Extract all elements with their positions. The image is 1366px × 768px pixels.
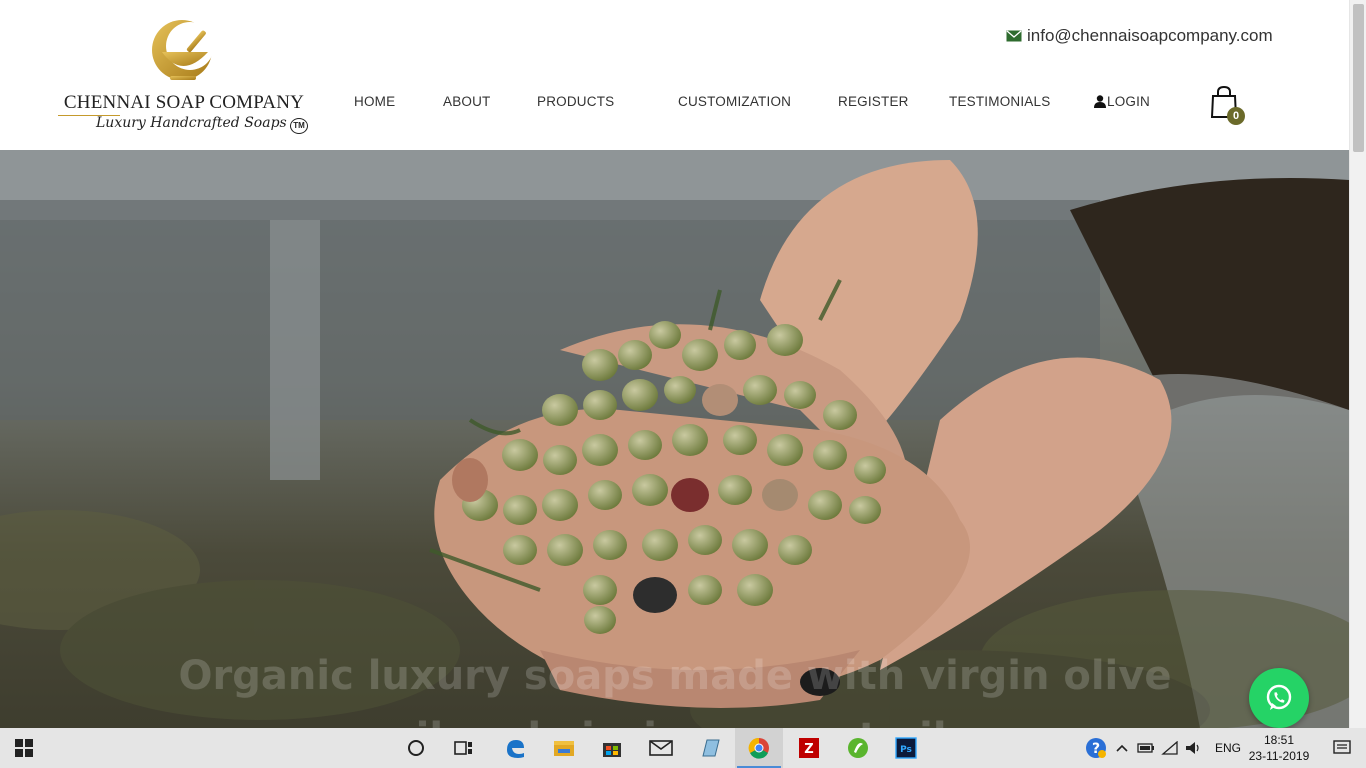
taskbar-chrome[interactable] (735, 728, 783, 768)
company-logo[interactable]: CHENNAI SOAP COMPANY Luxury Handcrafted … (58, 14, 310, 138)
cart-count-badge: 0 (1227, 107, 1245, 125)
scrollbar-thumb[interactable] (1353, 4, 1364, 152)
taskbar-mail[interactable] (637, 728, 685, 768)
clock-date: 23-11-2019 (1248, 749, 1310, 763)
nav-register[interactable]: REGISTER (838, 94, 909, 109)
wifi-icon[interactable] (1161, 741, 1179, 755)
clock-time: 18:51 (1263, 733, 1295, 747)
shopping-cart-button[interactable]: 0 (1210, 86, 1246, 126)
logo-tagline: Luxury Handcrafted Soaps (96, 115, 287, 131)
contact-email[interactable]: info@chennaisoapcompany.com (1006, 26, 1273, 46)
windows-logo-icon (15, 739, 33, 757)
web-page: CHENNAI SOAP COMPANY Luxury Handcrafted … (0, 0, 1349, 728)
taskbar-store[interactable] (588, 728, 636, 768)
battery-icon[interactable] (1137, 742, 1155, 754)
whatsapp-icon (1266, 684, 1292, 710)
envelope-icon (1006, 30, 1022, 42)
notification-icon (1333, 740, 1351, 754)
site-header: CHENNAI SOAP COMPANY Luxury Handcrafted … (0, 0, 1349, 150)
task-view-icon (454, 741, 472, 755)
nav-customization[interactable]: CUSTOMIZATION (678, 94, 791, 109)
nav-home[interactable]: HOME (354, 94, 395, 109)
nav-login[interactable]: LOGIN (1094, 94, 1150, 109)
windows-taskbar: Z Ps ? ENG 18:51 23-11-2019 (0, 728, 1366, 768)
olives-in-hands-image (0, 150, 1349, 728)
language-indicator[interactable]: ENG (1215, 741, 1241, 755)
action-center-button[interactable] (1318, 728, 1366, 768)
hero-caption-line-1: Organic luxury soaps made with virgin ol… (178, 653, 1172, 699)
taskbar-edge[interactable] (491, 728, 539, 768)
taskbar-filezilla[interactable]: Z (785, 728, 833, 768)
chevron-up-icon[interactable] (1115, 743, 1129, 753)
start-button[interactable] (0, 728, 48, 768)
main-navigation: HOME ABOUT PRODUCTS CUSTOMIZATION REGIST… (0, 94, 1200, 114)
taskbar-dreamweaver[interactable] (834, 728, 882, 768)
task-view-button[interactable] (440, 728, 488, 768)
mortar-pestle-logo-icon (152, 20, 214, 80)
volume-icon[interactable] (1185, 741, 1203, 755)
email-text[interactable]: info@chennaisoapcompany.com (1027, 26, 1273, 46)
nav-products[interactable]: PRODUCTS (537, 94, 614, 109)
dreamweaver-icon (848, 738, 868, 758)
taskbar-file-explorer[interactable] (540, 728, 588, 768)
photoshop-icon: Ps (895, 737, 917, 759)
svg-text:Z: Z (804, 742, 813, 757)
taskbar-photoshop[interactable]: Ps (882, 728, 930, 768)
whatsapp-chat-button[interactable] (1249, 668, 1309, 728)
system-clock[interactable]: 18:51 23-11-2019 (1242, 732, 1316, 764)
search-icon (408, 740, 424, 756)
store-icon (603, 743, 621, 757)
edge-icon (507, 740, 524, 758)
hero-caption: Organic luxury soaps made with virgin ol… (150, 645, 1200, 728)
hero-banner: Organic luxury soaps made with virgin ol… (0, 150, 1349, 728)
nav-about[interactable]: ABOUT (443, 94, 491, 109)
notes-icon (702, 739, 720, 757)
trademark-badge: TM (290, 118, 308, 134)
file-explorer-icon (554, 741, 574, 756)
nav-testimonials[interactable]: TESTIMONIALS (949, 94, 1050, 109)
mail-icon (649, 740, 673, 756)
taskbar-notes[interactable] (686, 728, 734, 768)
hero-caption-line-2: oil and virgin coconut oil. (150, 707, 1200, 728)
user-icon (1094, 95, 1106, 108)
help-icon[interactable]: ? (1084, 736, 1108, 760)
nav-login-label: LOGIN (1107, 94, 1151, 109)
chrome-icon (748, 737, 769, 759)
system-tray: ? ENG (1084, 728, 1241, 768)
svg-text:Ps: Ps (900, 745, 912, 755)
filezilla-icon: Z (799, 738, 819, 758)
cortana-search-button[interactable] (392, 728, 440, 768)
page-scrollbar[interactable] (1349, 0, 1366, 728)
